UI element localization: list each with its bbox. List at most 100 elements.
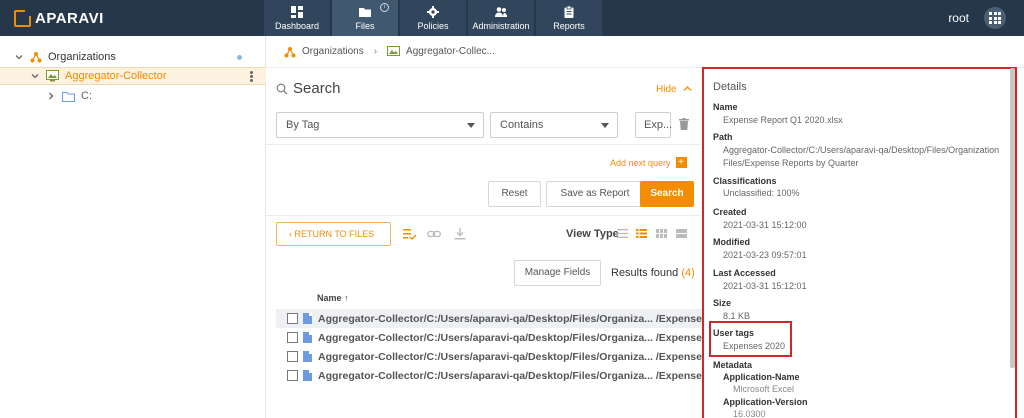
select-value: By Tag (286, 119, 320, 131)
search-title: Search (293, 80, 341, 97)
application-name-label: Application-Name (723, 372, 800, 382)
list-check-icon[interactable] (403, 228, 417, 240)
details-scrollbar[interactable] (1010, 68, 1015, 368)
status-dot (237, 54, 242, 60)
breadcrumb: Organizations › Aggregator-Collec... (266, 36, 1024, 68)
name-column-header[interactable]: Name ↑ (317, 293, 349, 303)
tree-item-organizations[interactable]: Organizations (0, 48, 266, 66)
caret-down-icon (467, 123, 475, 128)
row-checkbox[interactable] (287, 370, 298, 381)
metadata-label: Metadata (713, 360, 753, 370)
column-label: Name (317, 293, 342, 303)
modified-label: Modified (713, 237, 750, 247)
user-name[interactable]: root (948, 11, 969, 25)
caret-down-icon (601, 123, 609, 128)
more-options-icon[interactable] (250, 70, 253, 83)
sidebar-tree: Organizations Aggregator-Collector C: (0, 36, 266, 418)
apps-grid-button[interactable] (984, 7, 1006, 29)
tree-item-drive-c[interactable]: C: (0, 87, 266, 105)
chevron-right-icon[interactable] (46, 91, 56, 101)
search-heading: Search (276, 80, 341, 97)
chevron-down-icon[interactable] (30, 71, 40, 81)
trash-icon[interactable] (679, 118, 689, 130)
file-icon (303, 313, 312, 324)
details-panel: Details Name Expense Report Q1 2020.xlsx… (702, 67, 1017, 418)
list-view-icon[interactable] (617, 229, 628, 238)
users-icon (495, 7, 507, 17)
file-icon (303, 370, 312, 381)
file-path: Aggregator-Collector/C:/Users/aparavi-qa… (318, 350, 704, 363)
application-version-label: Application-Version (723, 397, 808, 407)
organization-icon (30, 52, 42, 63)
application-version-value: 16.0300 (733, 409, 766, 418)
folder-icon (62, 91, 75, 102)
results-count: Results found (4) (611, 267, 695, 279)
divider (266, 144, 701, 145)
classifications-label: Classifications (713, 176, 777, 186)
tab-label: Administration (472, 21, 530, 31)
row-checkbox[interactable] (287, 332, 298, 343)
search-button[interactable]: Search (640, 181, 694, 207)
brand-name: APARAVI (35, 9, 104, 27)
save-as-report-button[interactable]: Save as Report (546, 181, 644, 207)
download-icon[interactable] (453, 228, 467, 240)
folder-icon (359, 8, 371, 17)
divider (266, 215, 701, 216)
name-value: Expense Report Q1 2020.xlsx (723, 115, 843, 125)
tree-label: Organizations (48, 51, 116, 63)
tree-item-aggregator-collector[interactable]: Aggregator-Collector (0, 67, 266, 85)
breadcrumb-root[interactable]: Organizations (302, 46, 364, 57)
breadcrumb-current[interactable]: Aggregator-Collec... (406, 46, 495, 57)
manage-fields-button[interactable]: Manage Fields (514, 260, 601, 286)
classifications-value: Unclassified: 100% (723, 188, 800, 198)
table-row[interactable]: Aggregator-Collector/C:/Users/aparavi-qa… (276, 328, 704, 347)
query-field-select[interactable]: By Tag (276, 112, 484, 138)
row-checkbox[interactable] (287, 351, 298, 362)
select-value: Contains (500, 119, 544, 131)
tab-dashboard[interactable]: Dashboard (264, 0, 330, 36)
reset-button[interactable]: Reset (488, 181, 541, 207)
tab-administration[interactable]: Administration (468, 0, 534, 36)
brand-logo[interactable]: APARAVI (14, 8, 104, 28)
organization-icon (284, 46, 296, 57)
sort-arrow-up-icon: ↑ (344, 293, 349, 303)
hide-search-toggle[interactable]: Hide (656, 84, 692, 95)
name-label: Name (713, 102, 738, 112)
tab-policies[interactable]: Policies (400, 0, 466, 36)
dashboard-icon (291, 6, 303, 18)
top-bar: APARAVI Dashboard Files i Policies Admin… (0, 0, 1024, 36)
collector-icon (387, 45, 401, 56)
tab-label: Dashboard (274, 21, 320, 31)
results-label: Results found (611, 267, 679, 279)
size-label: Size (713, 298, 732, 308)
tree-label: Aggregator-Collector (65, 70, 167, 82)
query-value-input[interactable]: Exp... (635, 112, 673, 138)
user-tags-value: Expenses 2020 (723, 341, 786, 351)
grid-view-icon[interactable] (656, 229, 667, 238)
tab-reports[interactable]: Reports (536, 0, 602, 36)
application-name-value: Microsoft Excel (733, 384, 795, 394)
card-view-icon[interactable] (676, 229, 687, 238)
return-to-files-button[interactable]: ‹ RETURN TO FILES (276, 222, 391, 246)
detail-list-view-icon[interactable] (636, 229, 647, 238)
tab-label: Files (355, 21, 375, 31)
last-accessed-value: 2021-03-31 15:12:01 (723, 281, 807, 291)
chevron-down-icon[interactable] (14, 52, 24, 62)
table-row[interactable]: Aggregator-Collector/C:/Users/aparavi-qa… (276, 347, 704, 366)
tab-files[interactable]: Files i (332, 0, 398, 36)
table-row[interactable]: Aggregator-Collector/C:/Users/aparavi-qa… (276, 309, 704, 328)
file-path: Aggregator-Collector/C:/Users/aparavi-qa… (318, 369, 704, 382)
table-row[interactable]: Aggregator-Collector/C:/Users/aparavi-qa… (276, 366, 704, 385)
search-icon (276, 83, 288, 94)
file-path: Aggregator-Collector/C:/Users/aparavi-qa… (318, 331, 704, 344)
add-next-query-button[interactable]: Add next query + (610, 157, 687, 168)
plus-icon: + (675, 157, 687, 168)
link-icon[interactable] (427, 228, 441, 240)
add-query-label: Add next query (610, 157, 671, 168)
input-value: Exp... (644, 119, 673, 131)
row-checkbox[interactable] (287, 313, 298, 324)
info-badge: i (380, 3, 389, 12)
collector-icon (46, 70, 59, 82)
query-operator-select[interactable]: Contains (490, 112, 618, 138)
path-value: Aggregator-Collector/C:/Users/aparavi-qa… (723, 145, 1000, 168)
